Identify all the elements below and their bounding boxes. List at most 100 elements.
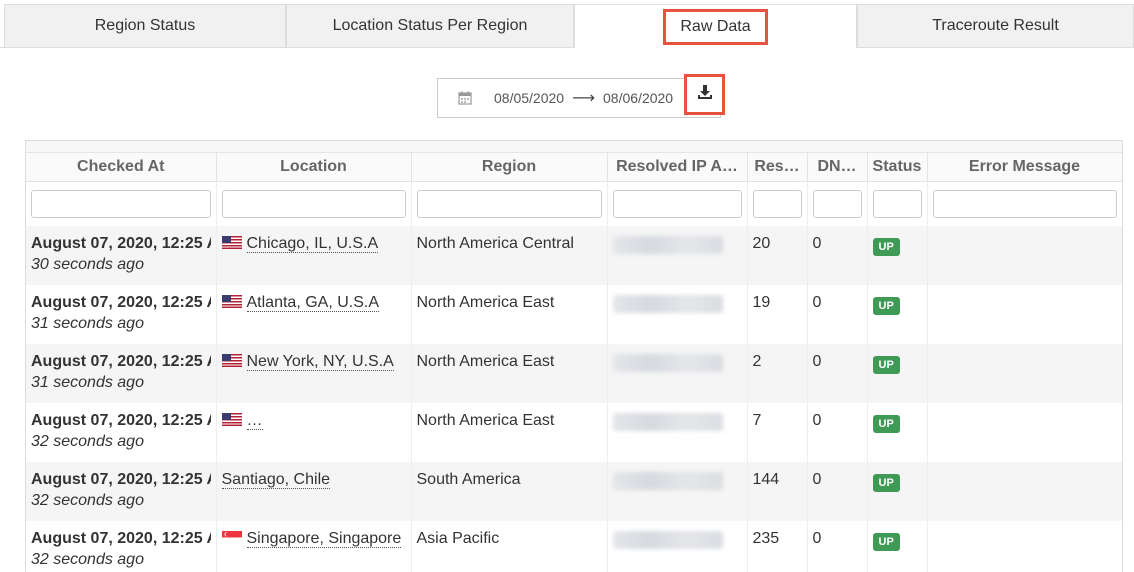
calendar-icon: [458, 91, 472, 105]
blurred-ip: [612, 413, 723, 431]
cell-response: 20: [747, 226, 808, 285]
col-status[interactable]: Status: [867, 153, 928, 182]
cell-error-message: [927, 521, 1122, 572]
cell-checked-at: August 07, 2020, 12:25 A 32 seconds ago: [26, 462, 217, 521]
cell-error-message: [927, 285, 1122, 344]
filter-region-input[interactable]: [416, 190, 602, 218]
end-date: 08/06/2020: [603, 90, 674, 106]
filter-error-message-input[interactable]: [932, 190, 1117, 218]
cell-resolved-ip: [607, 285, 748, 344]
cell-resolved-ip: [607, 462, 748, 521]
tab-label: Raw Data: [663, 8, 768, 45]
cell-checked-at: August 07, 2020, 12:25 A 31 seconds ago: [26, 285, 217, 344]
cell-error-message: [927, 403, 1122, 462]
location-link[interactable]: Atlanta, GA, U.S.A: [246, 294, 379, 312]
filter-response-input[interactable]: [752, 190, 802, 218]
table-row[interactable]: August 07, 2020, 12:25 A 32 seconds ago … N…: [26, 403, 1122, 462]
table-row[interactable]: August 07, 2020, 12:25 A 31 seconds ago Ne…: [26, 344, 1122, 403]
blurred-ip: [612, 354, 723, 372]
status-badge: UP: [872, 356, 900, 374]
checked-ago: 31 seconds ago: [31, 315, 144, 332]
us-flag-icon: [221, 236, 242, 249]
cell-dns: 0: [807, 285, 868, 344]
cell-response: 19: [747, 285, 808, 344]
cell-location: Singapore, Singapore: [216, 521, 412, 572]
col-region[interactable]: Region: [411, 153, 608, 182]
table-row[interactable]: August 07, 2020, 12:25 A 32 seconds ago Si…: [26, 521, 1122, 572]
range-arrow: ⟶: [572, 90, 596, 107]
us-flag-icon: [221, 295, 242, 308]
checked-time: August 07, 2020, 12:25 A: [31, 353, 211, 370]
col-resolved-ip[interactable]: Resolved IP A…: [607, 153, 748, 182]
location-link[interactable]: Chicago, IL, U.S.A: [246, 235, 379, 253]
cell-region: North America East: [411, 285, 608, 344]
download-button[interactable]: [684, 74, 725, 115]
status-badge: UP: [872, 474, 900, 492]
cell-location: Atlanta, GA, U.S.A: [216, 285, 412, 344]
cell-dns: 0: [807, 462, 868, 521]
cell-status: UP: [867, 462, 928, 521]
filter-resolved-ip-input[interactable]: [612, 190, 742, 218]
cell-resolved-ip: [607, 226, 748, 285]
location-link[interactable]: …: [246, 412, 263, 430]
start-date: 08/05/2020: [494, 90, 565, 106]
location-link[interactable]: New York, NY, U.S.A: [246, 353, 394, 371]
checked-ago: 32 seconds ago: [31, 492, 144, 509]
table-body: August 07, 2020, 12:25 A 30 seconds ago Ch…: [26, 226, 1122, 572]
tab-label: Region Status: [94, 17, 196, 34]
cell-resolved-ip: [607, 403, 748, 462]
checked-time: August 07, 2020, 12:25 A: [31, 235, 211, 252]
filter-location-input[interactable]: [221, 190, 406, 218]
filter-cell: [607, 181, 748, 226]
blurred-ip: [612, 531, 723, 549]
cell-error-message: [927, 226, 1122, 285]
blurred-ip: [612, 472, 723, 490]
cell-resolved-ip: [607, 344, 748, 403]
cell-region: South America: [411, 462, 608, 521]
status-badge: UP: [872, 297, 900, 315]
cell-response: 2: [747, 344, 808, 403]
filter-cell: [927, 181, 1122, 226]
filter-row: [26, 181, 1122, 226]
status-badge: UP: [872, 238, 900, 256]
col-error-message[interactable]: Error Message: [927, 153, 1122, 182]
col-location[interactable]: Location: [216, 153, 412, 182]
cell-dns: 0: [807, 344, 868, 403]
table-row[interactable]: August 07, 2020, 12:25 A 31 seconds ago At…: [26, 285, 1122, 344]
cell-location: Santiago, Chile: [216, 462, 412, 521]
cell-error-message: [927, 462, 1122, 521]
cell-status: UP: [867, 521, 928, 572]
col-response[interactable]: Res…: [747, 153, 808, 182]
filter-status-input[interactable]: [872, 190, 922, 218]
filter-dns-input[interactable]: [812, 190, 862, 218]
checked-time: August 07, 2020, 12:25 A: [31, 412, 211, 429]
cell-resolved-ip: [607, 521, 748, 572]
tab-location-status-per-region[interactable]: Location Status Per Region: [286, 4, 574, 47]
cell-location: …: [216, 403, 412, 462]
col-checked-at[interactable]: Checked At: [26, 153, 217, 182]
checked-ago: 31 seconds ago: [31, 374, 144, 391]
cell-status: UP: [867, 344, 928, 403]
col-dns[interactable]: DN…: [807, 153, 868, 182]
tab-label: Location Status Per Region: [332, 17, 528, 34]
cell-checked-at: August 07, 2020, 12:25 A 30 seconds ago: [26, 226, 217, 285]
location-link[interactable]: Santiago, Chile: [221, 471, 331, 489]
tab-bar: Region Status Location Status Per Region…: [0, 0, 1134, 48]
blurred-ip: [612, 236, 723, 254]
us-flag-icon: [221, 354, 242, 367]
checked-time: August 07, 2020, 12:25 A: [31, 294, 211, 311]
cell-dns: 0: [807, 521, 868, 572]
cell-status: UP: [867, 226, 928, 285]
tab-region-status[interactable]: Region Status: [4, 4, 286, 47]
table-row[interactable]: August 07, 2020, 12:25 A 30 seconds ago Ch…: [26, 226, 1122, 285]
checked-ago: 32 seconds ago: [31, 551, 144, 568]
tab-traceroute-result[interactable]: Traceroute Result: [857, 4, 1134, 47]
table-row[interactable]: August 07, 2020, 12:25 A 32 seconds ago Sa…: [26, 462, 1122, 521]
location-link[interactable]: Singapore, Singapore: [246, 530, 402, 548]
filter-checked-at-input[interactable]: [31, 190, 211, 218]
tab-raw-data[interactable]: Raw Data: [574, 4, 857, 48]
filter-cell: [807, 181, 868, 226]
us-flag-icon: [221, 413, 242, 426]
checked-ago: 32 seconds ago: [31, 433, 144, 450]
date-range-picker[interactable]: 08/05/2020 ⟶ 08/06/2020: [437, 78, 721, 118]
